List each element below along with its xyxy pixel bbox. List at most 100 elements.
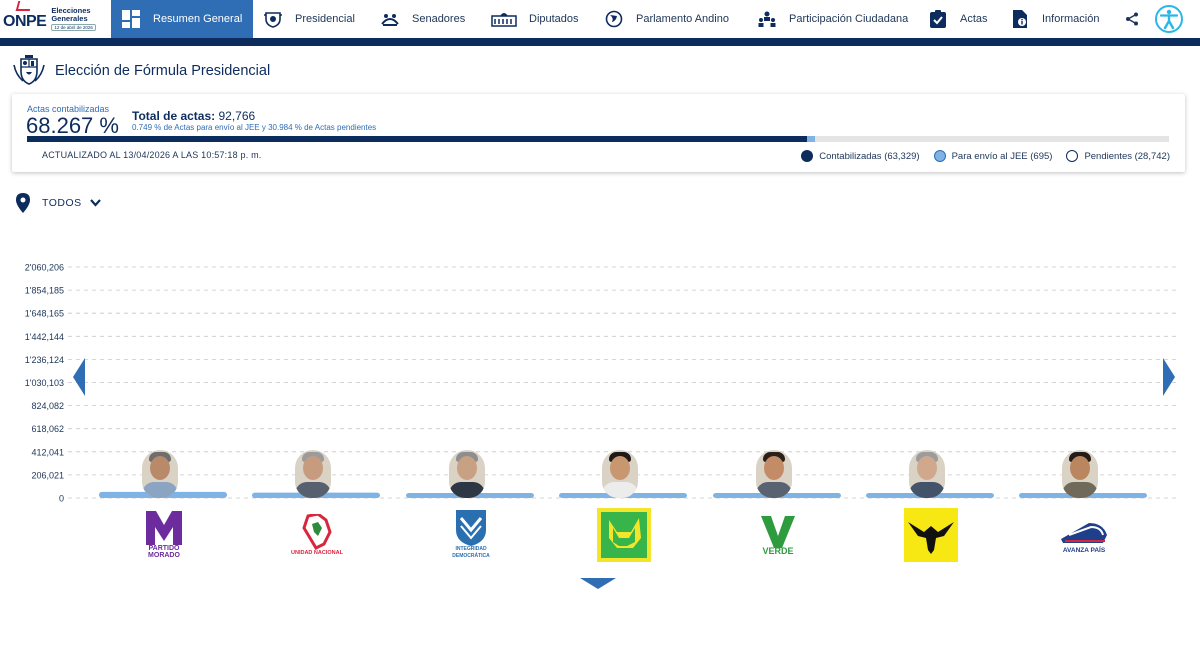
candidate-column[interactable]: UNIDAD NACIONAL [250,450,382,565]
legend-contabilizadas: Contabilizadas (63,329) [801,150,920,162]
y-tick-label: 2'060,206 [25,263,64,273]
candidate-column[interactable]: VERDE [711,450,843,565]
nav-informacion[interactable]: Información [1000,0,1110,38]
share-button[interactable] [1118,0,1146,38]
nav-label: Diputados [529,13,579,25]
chevron-down-icon [89,199,101,207]
document-info-icon [1010,10,1030,28]
nav-label: Resumen General [153,13,243,25]
arrow-down-icon [580,578,616,589]
actas-note: 0.749 % de Actas para envío al JEE y 30.… [132,123,377,132]
onpe-logo[interactable]: ONPE Elecciones Generales 12 de abril de… [0,0,111,38]
brand-line2: Generales [51,14,88,23]
y-tick-label: 412,041 [31,447,64,457]
nav-presidencial[interactable]: Presidencial [253,0,370,38]
nav-label: Información [1042,13,1100,25]
progress-contabilizadas [27,136,807,142]
legend-label: Para envío al JEE (695) [951,150,1053,162]
party-name: INTEGRIDAD DEMOCRÁTICA [452,546,490,559]
party-name: VERDE [762,545,794,556]
candidate-photo [449,450,485,498]
y-tick-label: 0 [59,494,64,504]
actas-progress-bar [27,136,1169,142]
peru-coat-of-arms-icon [13,55,45,85]
dashboard-icon [121,10,141,28]
nav-divider [0,38,1200,46]
updated-timestamp: ACTUALIZADO AL 13/04/2026 A LAS 10:57:18… [42,150,262,160]
candidate-column[interactable] [864,450,996,565]
y-tick-label: 618,062 [31,424,64,434]
top-navigation: ONPE Elecciones Generales 12 de abril de… [0,0,1200,38]
candidate-photo [756,450,792,498]
peru-map-logo: UNIDAD NACIONAL [290,508,344,562]
legend-label: Pendientes (28,742) [1084,150,1170,162]
y-tick-label: 824,082 [31,401,64,411]
nav-label: Parlamento Andino [636,13,729,25]
candidate-column[interactable] [557,450,689,565]
blue-shield-logo: INTEGRIDAD DEMOCRÁTICA [444,508,498,562]
total-actas-label: Total de actas: [132,109,216,123]
people-icon [757,10,777,28]
candidate-column[interactable]: PARTIDO MORADO [97,450,229,565]
legend-pendientes: Pendientes (28,742) [1066,150,1170,162]
globe-icon [604,10,624,28]
purple-m-logo: PARTIDO MORADO [137,508,191,562]
nav-label: Participación Ciudadana [789,13,909,25]
y-tick-label: 1'648,165 [25,309,64,319]
candidate-photo [909,450,945,498]
y-tick-label: 1'236,124 [25,355,64,365]
y-tick-label: 1'030,103 [25,378,64,388]
progress-legend: Contabilizadas (63,329) Para envío al JE… [787,150,1170,162]
page-title: Elección de Fórmula Presidencial [55,63,271,79]
progress-jee [806,136,816,142]
party-name: PARTIDO MORADO [148,545,180,559]
legend-jee: Para envío al JEE (695) [933,150,1053,162]
accessibility-button[interactable] [1152,0,1186,38]
nav-actas[interactable]: Actas [918,0,1000,38]
nav-label: Actas [960,13,988,25]
yellow-eagle-logo [904,508,958,562]
previous-candidates-button[interactable] [73,358,85,401]
next-candidates-button[interactable] [1163,358,1175,401]
candidate-photo [295,450,331,498]
legend-label: Contabilizadas (63,329) [819,150,920,162]
total-actas: Total de actas: 92,766 [132,109,255,123]
brand-date: 12 de abril de 2026 [51,24,96,31]
y-tick-label: 206,021 [31,470,64,480]
total-actas-value: 92,766 [218,109,256,123]
nav-parlamento-andino[interactable]: Parlamento Andino [594,0,747,38]
clipboard-check-icon [928,10,948,28]
nav-diputados[interactable]: Diputados [481,0,594,38]
candidate-photo [1062,450,1098,498]
arrow-right-icon [1163,358,1175,396]
party-name: AVANZA PAÍS [1062,546,1106,554]
green-v-logo: VERDE [751,508,805,562]
location-pin-icon [16,193,30,213]
congress-building-icon [491,10,517,28]
arrow-left-icon [73,358,85,396]
candidate-column[interactable]: INTEGRIDAD DEMOCRÁTICA [404,450,536,565]
share-icon [1126,12,1138,26]
brand-name: ONPE [3,13,47,30]
y-tick-label: 1'854,185 [25,286,64,296]
page-header: Elección de Fórmula Presidencial [11,55,270,87]
party-name: UNIDAD NACIONAL [291,549,343,556]
nav-resumen-general[interactable]: Resumen General [111,0,253,38]
train-logo: AVANZA PAÍS [1057,508,1111,562]
nav-label: Presidencial [295,13,355,25]
nav-label: Senadores [412,13,466,25]
y-tick-label: 1'442,144 [25,332,64,342]
senate-icon [380,10,400,28]
nav-senadores[interactable]: Senadores [370,0,481,38]
actas-status-panel: Actas contabilizadas 68.267 % Total de a… [12,94,1185,172]
candidate-photo [602,450,638,498]
candidate-photo [142,450,178,498]
expand-down-button[interactable] [580,576,616,594]
filter-label: TODOS [42,197,82,209]
location-filter[interactable]: TODOS [16,193,101,213]
nav-participacion-ciudadana[interactable]: Participación Ciudadana [747,0,918,38]
accessibility-icon [1160,9,1178,29]
shield-icon [263,10,283,28]
green-dog-logo [597,508,651,562]
candidate-column[interactable]: AVANZA PAÍS [1017,450,1149,565]
